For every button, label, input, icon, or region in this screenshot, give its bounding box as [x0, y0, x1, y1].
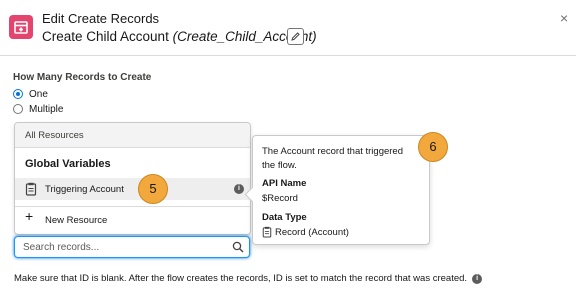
radio-option-one[interactable]: One: [13, 87, 48, 101]
resource-picker-dropdown: All Resources Global Variables Triggerin…: [14, 122, 251, 235]
radio-button-selected[interactable]: [13, 89, 23, 99]
tooltip-description: The Account record that triggered the fl…: [262, 146, 403, 171]
data-type-value: Record (Account): [275, 226, 349, 238]
info-icon[interactable]: i: [234, 184, 244, 194]
radio-button[interactable]: [13, 104, 23, 114]
search-input[interactable]: [23, 239, 223, 255]
resource-tooltip: The Account record that triggered the fl…: [244, 135, 430, 245]
record-icon: [262, 226, 272, 238]
callout-badge-5: 5: [138, 174, 168, 204]
edit-label-button[interactable]: [287, 28, 304, 45]
search-box: [14, 236, 250, 258]
modal-title: Edit Create Records: [42, 11, 160, 26]
new-resource-item[interactable]: + New Resource: [15, 206, 250, 229]
api-name-value: $Record: [262, 193, 298, 204]
help-text-label: Make sure that ID is blank. After the fl…: [14, 273, 468, 284]
group-heading: Global Variables: [25, 158, 111, 170]
element-name: Create Child Account: [42, 29, 169, 44]
all-resources-label: All Resources: [25, 130, 84, 141]
info-icon[interactable]: i: [472, 273, 483, 284]
data-type-row: Record (Account): [262, 226, 349, 238]
radio-label: One: [29, 88, 48, 100]
resource-item-triggering-account[interactable]: Triggering Account i: [15, 178, 250, 200]
close-icon[interactable]: ×: [560, 10, 568, 26]
help-text: Make sure that ID is blank. After the fl…: [14, 273, 483, 284]
search-icon: [232, 241, 244, 253]
record-icon: [25, 182, 37, 196]
pencil-icon: [291, 32, 300, 41]
api-name-label: API Name: [262, 178, 307, 189]
resource-item-label: Triggering Account: [45, 184, 124, 195]
plus-icon: +: [25, 208, 34, 224]
element-label: Create Child Account (Create_Child_Accou…: [42, 29, 317, 44]
create-records-icon: [9, 15, 33, 39]
radio-option-multiple[interactable]: Multiple: [13, 102, 63, 116]
radio-label: Multiple: [29, 103, 64, 115]
all-resources-header[interactable]: All Resources: [15, 123, 250, 148]
new-resource-label: New Resource: [45, 215, 108, 226]
records-count-label: How Many Records to Create: [13, 72, 152, 83]
modal-header: Edit Create Records Create Child Account…: [0, 0, 576, 56]
data-type-label: Data Type: [262, 212, 307, 223]
callout-badge-6: 6: [418, 132, 448, 162]
